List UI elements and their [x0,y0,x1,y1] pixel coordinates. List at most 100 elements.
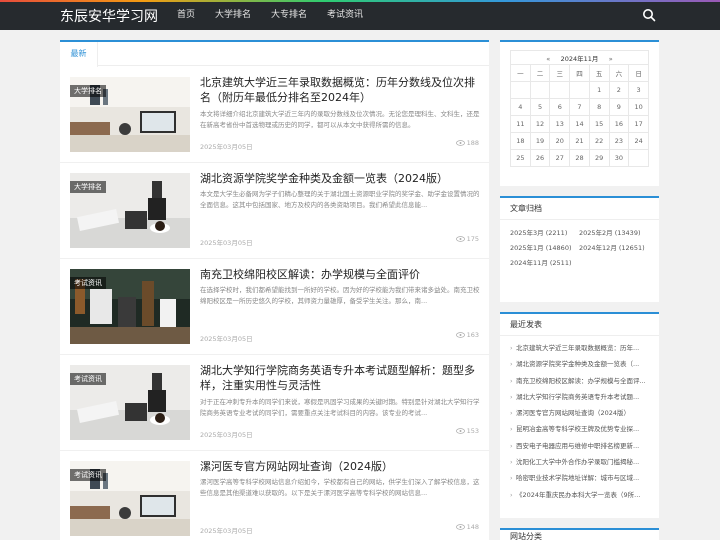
calendar-day [569,81,590,99]
calendar-day[interactable]: 21 [569,132,590,150]
archive-link[interactable]: 2025年2月 (13439) [579,229,648,238]
calendar-day[interactable]: 25 [510,149,531,167]
post-title[interactable]: 北京建筑大学近三年录取数据概览：历年分数线及位次排名（附历年最低分排名至2024… [200,75,480,105]
nav-home[interactable]: 首页 [177,0,195,30]
post-views: 153 [455,427,479,435]
archive-title: 文章归档 [500,198,659,220]
post-title[interactable]: 湖北资源学院奖学金种类及金额一览表（2024版） [200,171,480,186]
archive-link[interactable]: 2025年3月 (2211) [510,229,579,238]
calendar-day[interactable]: 4 [510,98,531,116]
archive-link[interactable]: 2024年12月 (12651) [579,244,648,253]
next-month-link[interactable]: » [609,55,613,63]
post-thumbnail[interactable]: 考试资讯 [70,269,190,344]
post-item: 考试资讯 湖北大学知行学院商务英语专升本考试题型解析：题型多样，注重实用性与灵活… [60,355,489,451]
main-nav: 首页 大学排名 大专排名 考试资讯 [177,0,383,30]
recent-post-link[interactable]: 沈阳化工大学中外合作办学录取门槛揭秘... [510,454,649,470]
weekday-label: 四 [569,64,590,82]
post-title[interactable]: 漯河医专官方网站网址查询（2024版） [200,459,480,474]
tab-bar: 最新 [60,40,489,67]
category-badge[interactable]: 大学排名 [70,85,106,97]
archive-link[interactable]: 2024年11月 (2511) [510,259,579,268]
nav-exam-news[interactable]: 考试资讯 [327,0,363,30]
post-title[interactable]: 南充卫校绵阳校区解读：办学规模与全面评价 [200,267,480,282]
recent-list: 北京建筑大学近三年录取数据概览：历年... 湖北资源学院奖学金种类及金额一览表（… [500,336,659,507]
calendar-day[interactable]: 10 [628,98,649,116]
calendar-day[interactable]: 9 [608,98,630,116]
calendar-day[interactable]: 27 [549,149,571,167]
calendar-day[interactable]: 24 [628,132,649,150]
calendar-day[interactable]: 5 [529,98,551,116]
calendar-day [549,81,571,99]
nav-college-ranking[interactable]: 大专排名 [271,0,307,30]
calendar-day[interactable]: 2 [608,81,630,99]
recent-post-link[interactable]: 西安电子电器应用与维修中职排名榜更新... [510,438,649,454]
calendar-day[interactable]: 16 [608,115,630,133]
recent-post-link[interactable]: 湖北资源学院奖学金种类及金额一览表（... [510,356,649,372]
recent-post-link[interactable]: 湖北大学知行学院商务英语专升本考试题... [510,389,649,405]
calendar-weekday-row: 一 二 三 四 五 六 日 [510,64,649,82]
weekday-label: 日 [628,64,649,82]
view-count: 163 [466,331,479,339]
calendar-day [529,81,551,99]
calendar-day[interactable]: 28 [569,149,590,167]
calendar-day[interactable]: 20 [549,132,571,150]
weekday-label: 一 [510,64,531,82]
recent-title: 最近发表 [500,314,659,336]
calendar-day[interactable]: 23 [608,132,630,150]
top-navbar: 东辰安华学习网 首页 大学排名 大专排名 考试资讯 [0,0,720,30]
category-badge[interactable]: 考试资讯 [70,469,106,481]
calendar-day[interactable]: 6 [549,98,571,116]
recent-posts-widget: 最近发表 北京建筑大学近三年录取数据概览：历年... 湖北资源学院奖学金种类及金… [500,312,659,518]
categories-widget: 网站分类 [500,528,659,540]
post-title[interactable]: 湖北大学知行学院商务英语专升本考试题型解析：题型多样，注重实用性与灵活性 [200,363,480,393]
calendar-day[interactable]: 18 [510,132,531,150]
calendar-day[interactable]: 1 [588,81,610,99]
post-excerpt: 对于正在冲刺专升本的同学们来说，寒假是巩固学习成果的关键时期。特别是针对湖北大学… [200,398,480,417]
calendar-day[interactable]: 17 [628,115,649,133]
view-count: 188 [466,139,479,147]
post-date: 2025年03月05日 [200,143,253,151]
recent-post-link[interactable]: 北京建筑大学近三年录取数据概览：历年... [510,340,649,356]
calendar-month: 2024年11月 [560,54,599,63]
calendar-day[interactable]: 29 [588,149,610,167]
calendar-day[interactable]: 14 [569,115,590,133]
archive-link[interactable]: 2025年1月 (14860) [510,244,579,253]
calendar-day[interactable]: 11 [510,115,531,133]
calendar-day[interactable]: 3 [628,81,649,99]
recent-post-link[interactable]: 昆明冶金高等专科学校王牌及优势专业探... [510,421,649,437]
archive-widget: 文章归档 2025年3月 (2211) 2025年2月 (13439) 2025… [500,196,659,302]
calendar-day[interactable]: 30 [608,149,630,167]
post-date: 2025年03月05日 [200,335,253,343]
calendar-week: 18 19 20 21 22 23 24 [510,132,649,150]
calendar-day[interactable]: 19 [529,132,551,150]
post-thumbnail[interactable]: 考试资讯 [70,365,190,440]
categories-title: 网站分类 [500,530,659,540]
prev-month-link[interactable]: « [546,55,550,63]
category-badge[interactable]: 大学排名 [70,181,106,193]
calendar-day[interactable]: 22 [588,132,610,150]
category-badge[interactable]: 考试资讯 [70,373,106,385]
tab-latest[interactable]: 最新 [60,42,98,67]
post-thumbnail[interactable]: 大学排名 [70,173,190,248]
recent-post-link[interactable]: 漯河医专官方网站网址查询（2024版） [510,405,649,421]
calendar-day[interactable]: 15 [588,115,610,133]
recent-post-link[interactable]: 南充卫校绵阳校区解读：办学规模与全面评... [510,373,649,389]
nav-university-ranking[interactable]: 大学排名 [215,0,251,30]
category-badge[interactable]: 考试资讯 [70,277,106,289]
view-count: 175 [466,235,479,243]
recent-post-link[interactable]: 哈密职业技术学院地址详解：城市与区域... [510,470,649,486]
calendar-day[interactable]: 26 [529,149,551,167]
post-excerpt: 漯河医学高等专科学校网站信息介绍如今，学校都有自己的网站，供学生们深入了解学校信… [200,478,480,497]
archive-list: 2025年3月 (2211) 2025年2月 (13439) 2025年1月 (… [500,220,659,277]
calendar-day[interactable]: 7 [569,98,590,116]
calendar-day [510,81,531,99]
search-icon[interactable] [642,8,656,22]
post-item: 大学排名 北京建筑大学近三年录取数据概览：历年分数线及位次排名（附历年最低分排名… [60,67,489,163]
post-thumbnail[interactable]: 大学排名 [70,77,190,152]
recent-post-link[interactable]: 《2024年重庆民办本科大学一览表（9所... [510,487,649,503]
calendar-day[interactable]: 8 [588,98,610,116]
post-thumbnail[interactable]: 考试资讯 [70,461,190,536]
site-logo[interactable]: 东辰安华学习网 [60,6,158,26]
calendar-day[interactable]: 12 [529,115,551,133]
calendar-day[interactable]: 13 [549,115,571,133]
